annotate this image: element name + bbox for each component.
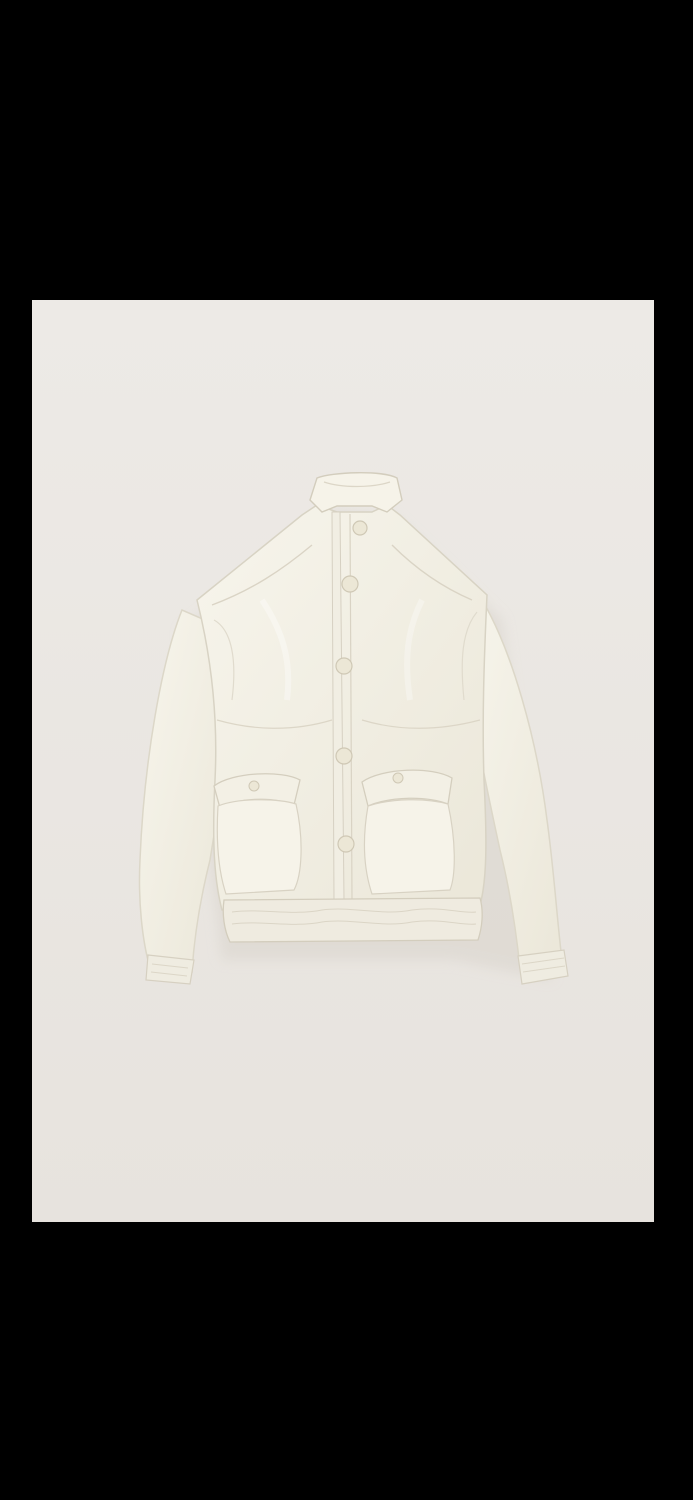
right-pocket-button: [392, 772, 404, 784]
elastic-hem: [222, 897, 483, 943]
image-viewer: [0, 0, 693, 1500]
left-pocket: [216, 799, 302, 895]
button-3: [335, 657, 353, 675]
left-cuff: [145, 954, 195, 985]
button-5: [337, 835, 355, 853]
collar: [309, 472, 403, 513]
right-pocket: [363, 799, 455, 895]
button-2: [341, 575, 359, 593]
button-1: [352, 520, 368, 536]
button-4: [335, 747, 353, 765]
product-photo[interactable]: [32, 300, 654, 1222]
left-pocket-button: [248, 780, 260, 792]
jacket-photo-icon: [32, 300, 654, 1222]
